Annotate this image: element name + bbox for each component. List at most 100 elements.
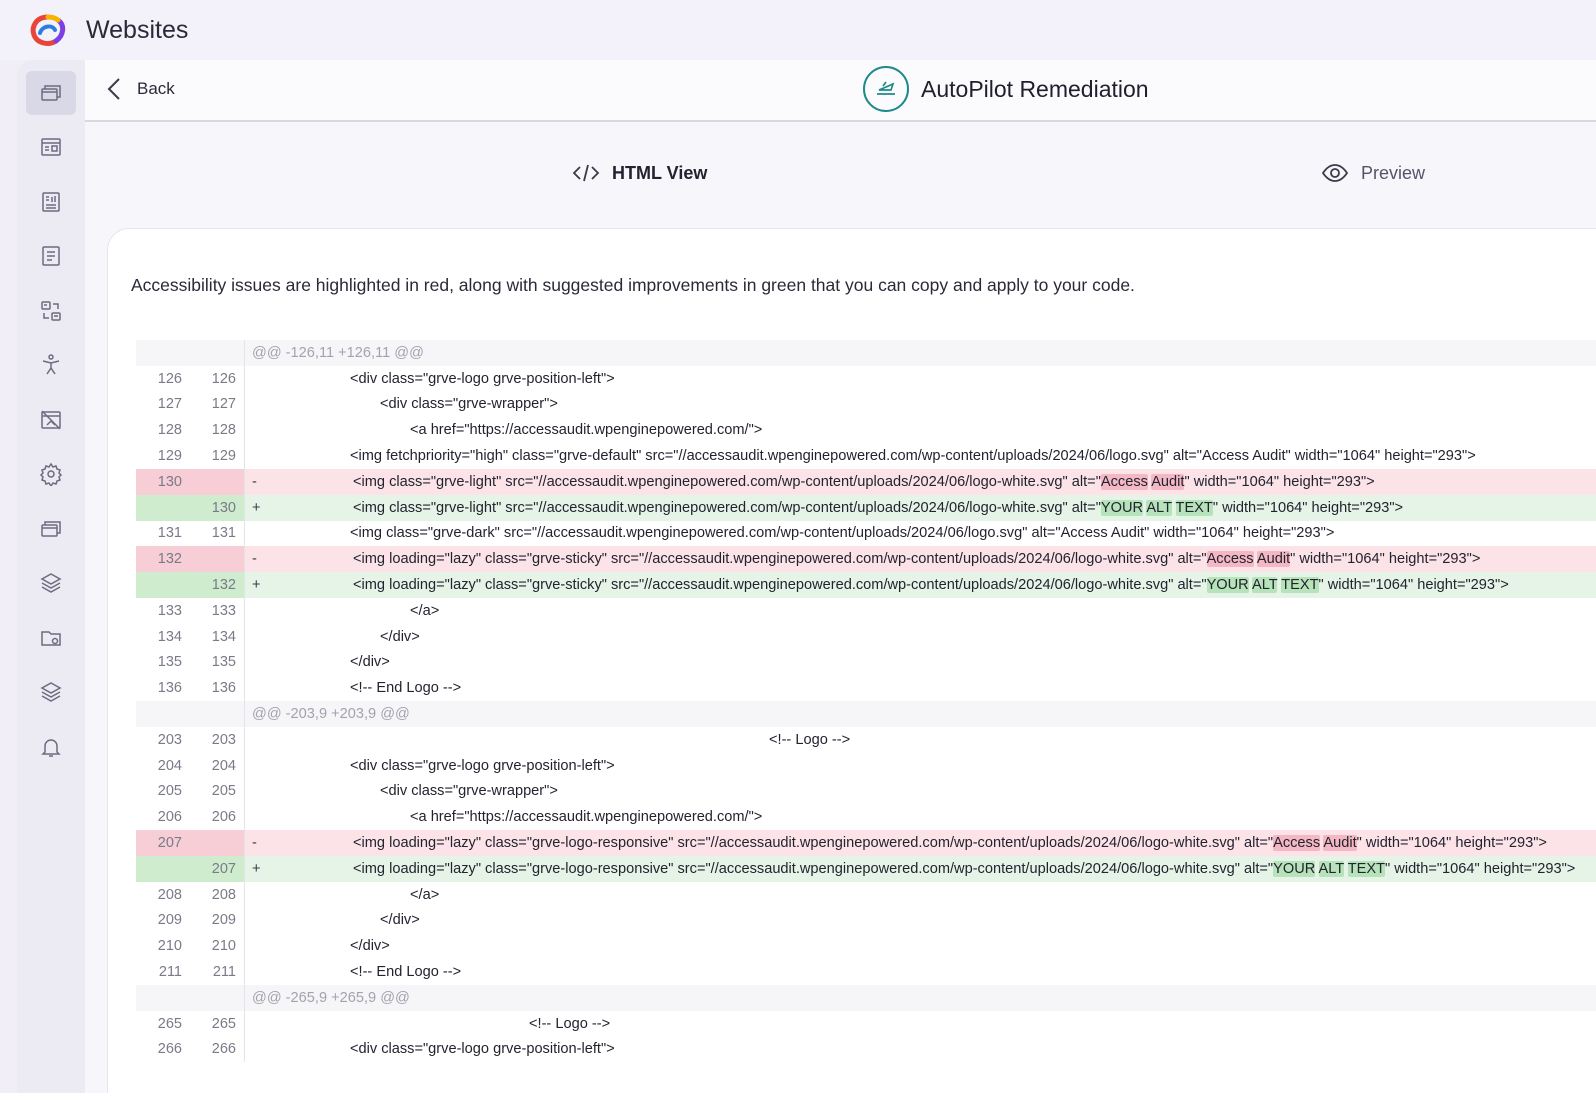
sidebar-item-documents[interactable] xyxy=(26,234,76,278)
new-line-number: 207 xyxy=(211,860,236,877)
removed-alt-text: Audit xyxy=(1151,473,1185,490)
document-icon xyxy=(42,246,60,266)
diff-hunk-header: @@ -265,9 +265,9 @@ xyxy=(136,984,1596,1011)
removed-alt-text: Access xyxy=(1273,835,1321,852)
new-line-number: 206 xyxy=(211,809,236,826)
code-text[interactable]: <img loading="lazy" class="grve-logo-res… xyxy=(353,835,1547,852)
sidebar-item-dashboard[interactable] xyxy=(26,125,76,169)
code-text[interactable]: <img fetchpriority="high" class="grve-de… xyxy=(350,448,1476,464)
tab-html-view-label: HTML View xyxy=(612,162,708,183)
code-text[interactable]: <div class="grve-wrapper"> xyxy=(380,783,558,799)
sidebar-item-websites[interactable] xyxy=(26,71,76,115)
diff-line: 130 - <img class="grve-light" src="//acces… xyxy=(136,468,1596,495)
eye-icon xyxy=(1321,164,1349,182)
removed-sign: - xyxy=(252,835,257,852)
old-line-number xyxy=(136,861,182,877)
code-text[interactable]: <img class="grve-light" src="//accessaud… xyxy=(353,499,1403,516)
old-line-number: 129 xyxy=(157,448,182,465)
old-line-number: 136 xyxy=(157,680,182,697)
new-line-number: 205 xyxy=(211,783,236,800)
sidebar-item-images[interactable] xyxy=(26,398,76,442)
diff-line: 203 203 <!-- Logo --> xyxy=(136,726,1596,753)
code-prefix: <img loading="lazy" class="grve-sticky" … xyxy=(353,551,1207,568)
code-text[interactable]: </a> xyxy=(410,887,439,903)
code-text[interactable]: <div class="grve-wrapper"> xyxy=(380,396,558,412)
code-text[interactable]: <!-- Logo --> xyxy=(769,732,850,748)
diff-line: 129 129 <img fetchpriority="high" class="g… xyxy=(136,443,1596,469)
new-line-number: 133 xyxy=(211,602,236,619)
sidebar-item-settings[interactable] xyxy=(26,452,76,496)
code-text[interactable]: <!-- Logo --> xyxy=(529,1016,610,1032)
new-line-number: 266 xyxy=(211,1041,236,1058)
diff-line: 266 266 <div class="grve-logo grve-positio… xyxy=(136,1036,1596,1063)
old-line-number: 131 xyxy=(157,525,182,542)
code-text[interactable]: <div class="grve-logo grve-position-left… xyxy=(350,371,615,387)
suggested-alt-text: ALT xyxy=(1318,860,1344,877)
suggested-alt-text: TEXT xyxy=(1175,499,1213,516)
diff-line: 207 - <img loading="lazy" class="grve-logo… xyxy=(136,830,1596,856)
code-text[interactable]: </div> xyxy=(350,938,390,954)
added-sign: + xyxy=(252,577,261,594)
sidebar-item-folder-settings[interactable] xyxy=(26,616,76,660)
diff-line: 130 + <img class="grve-light" src="//acces… xyxy=(136,494,1596,521)
old-line-number: 206 xyxy=(157,809,182,826)
diff-line: 132 - <img loading="lazy" class="grve-stic… xyxy=(136,546,1596,573)
old-line-number: 130 xyxy=(157,473,182,490)
settings-icon xyxy=(39,462,63,486)
page-title-group: AutoPilot Remediation xyxy=(863,66,1149,112)
page-title: AutoPilot Remediation xyxy=(921,75,1149,102)
chevron-left-icon xyxy=(107,78,120,100)
view-tabs: HTML View Preview xyxy=(85,122,1596,266)
new-line-number: 127 xyxy=(211,396,236,413)
sidebar-item-notifications[interactable] xyxy=(26,725,76,769)
old-line-number: 133 xyxy=(157,602,182,619)
back-label: Back xyxy=(137,79,175,98)
tab-preview[interactable]: Preview xyxy=(1321,162,1425,184)
header: Back AutoPilot Remediation xyxy=(85,60,1596,122)
no-image-icon xyxy=(41,410,61,430)
diff-card: Accessibility issues are highlighted in … xyxy=(107,228,1596,1093)
code-text[interactable]: </div> xyxy=(380,912,420,928)
old-line-number: 210 xyxy=(157,938,182,955)
diff-line: 134 134 </div> xyxy=(136,623,1596,650)
sidebar-item-transfer[interactable] xyxy=(26,289,76,333)
code-text[interactable]: <img loading="lazy" class="grve-sticky" … xyxy=(353,551,1480,568)
hunk-text: @@ -203,9 +203,9 @@ xyxy=(252,706,410,723)
code-text[interactable]: <img loading="lazy" class="grve-sticky" … xyxy=(353,577,1509,594)
code-text[interactable]: <div class="grve-logo grve-position-left… xyxy=(350,758,615,774)
diff-line: 132 + <img loading="lazy" class="grve-stic… xyxy=(136,572,1596,598)
code-text[interactable]: <!-- End Logo --> xyxy=(350,680,461,696)
app-logo-icon[interactable] xyxy=(28,13,68,49)
diff-line: 207 + <img loading="lazy" class="grve-logo… xyxy=(136,855,1596,882)
code-text[interactable]: <a href="https://accessaudit.wpenginepow… xyxy=(410,422,762,438)
code-text[interactable]: <a href="https://accessaudit.wpenginepow… xyxy=(410,809,762,825)
code-text[interactable]: <!-- End Logo --> xyxy=(350,964,461,980)
code-prefix: <img class="grve-light" src="//accessaud… xyxy=(353,499,1101,516)
code-text[interactable]: <img class="grve-dark" src="//accessaudi… xyxy=(350,525,1334,541)
diff-hunk-header: @@ -126,11 +126,11 @@ xyxy=(136,340,1596,366)
new-line-number: 203 xyxy=(211,731,236,748)
diff-line: 136 136 <!-- End Logo --> xyxy=(136,675,1596,702)
suggested-alt-text: YOUR xyxy=(1273,860,1316,877)
back-button[interactable]: Back xyxy=(105,76,175,102)
code-text[interactable]: <img class="grve-light" src="//accessaud… xyxy=(353,473,1375,490)
new-line-number: 211 xyxy=(212,964,236,981)
code-text[interactable]: <div class="grve-logo grve-position-left… xyxy=(350,1041,615,1057)
old-line-number: 126 xyxy=(157,370,182,387)
new-line-number xyxy=(182,474,236,490)
diff-line: 208 208 </a> xyxy=(136,881,1596,908)
sidebar-item-accessibility[interactable] xyxy=(26,343,76,387)
sidebar-item-layers-2[interactable] xyxy=(26,670,76,714)
new-line-number: 126 xyxy=(211,370,236,387)
sidebar-item-windows[interactable] xyxy=(26,507,76,551)
code-suffix: " width="1064" height="293"> xyxy=(1385,860,1576,877)
sidebar-item-reports[interactable] xyxy=(26,180,76,224)
code-text[interactable]: </a> xyxy=(410,603,439,619)
report-icon xyxy=(42,192,60,212)
diff-line: 126 126 <div class="grve-logo grve-positio… xyxy=(136,365,1596,392)
code-text[interactable]: <img loading="lazy" class="grve-logo-res… xyxy=(353,860,1576,877)
sidebar-item-layers[interactable] xyxy=(26,561,76,605)
tab-html-view[interactable]: HTML View xyxy=(572,162,707,184)
code-text[interactable]: </div> xyxy=(380,629,420,645)
code-text[interactable]: </div> xyxy=(350,654,390,670)
